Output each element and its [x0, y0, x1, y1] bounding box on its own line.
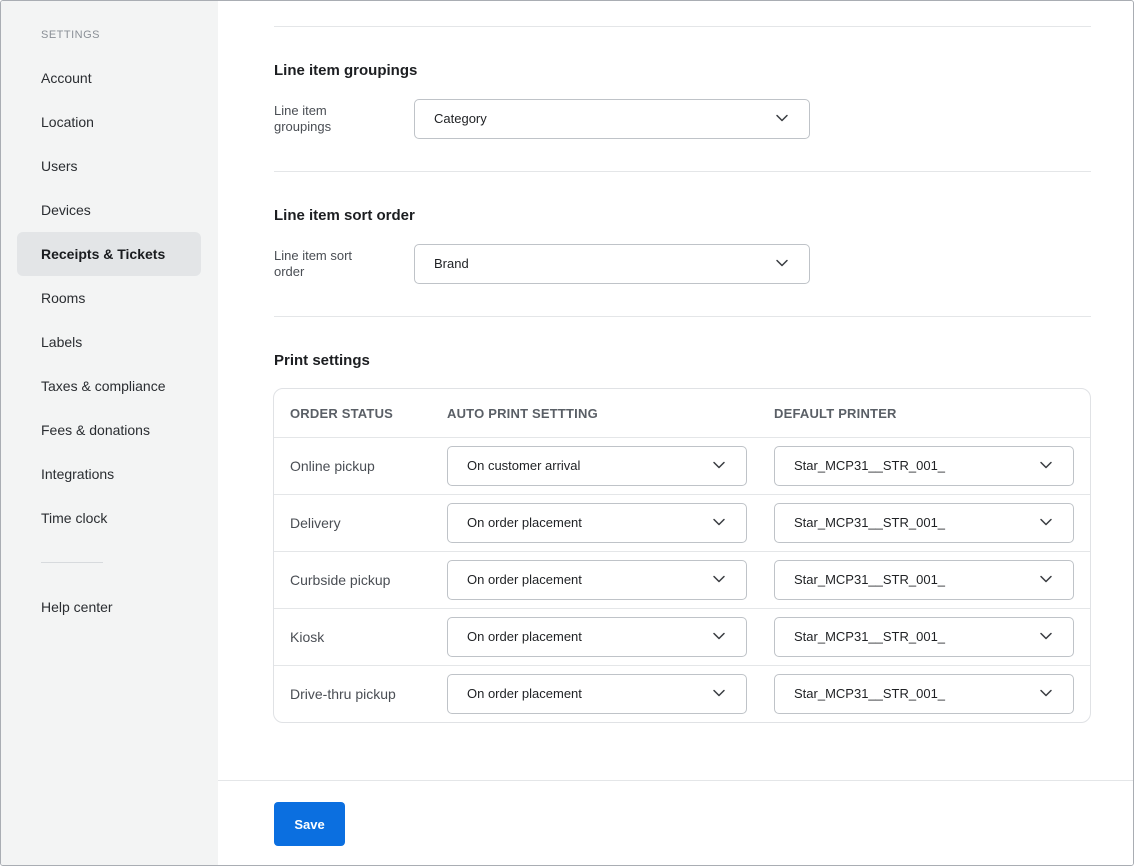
groupings-select-value: Category — [434, 111, 487, 126]
order-status-label: Delivery — [290, 515, 341, 531]
sidebar-item-account[interactable]: Account — [17, 56, 201, 100]
order-status-label: Drive-thru pickup — [290, 686, 396, 702]
auto-print-select[interactable]: On order placement — [447, 617, 747, 657]
column-header-default-printer: DEFAULT PRINTER — [774, 406, 897, 421]
sidebar-item-labels[interactable]: Labels — [17, 320, 201, 364]
settings-sidebar: SETTINGS Account Location Users Devices … — [1, 1, 218, 865]
table-row: Kiosk On order placement Star_MCP31__STR… — [274, 608, 1090, 665]
save-button[interactable]: Save — [274, 802, 345, 846]
order-status-label: Online pickup — [290, 458, 375, 474]
default-printer-value: Star_MCP31__STR_001_ — [794, 572, 946, 587]
chevron-down-icon — [713, 575, 725, 583]
order-status-label: Curbside pickup — [290, 572, 391, 588]
groupings-field-label: Line item groupings — [274, 103, 332, 134]
default-printer-select[interactable]: Star_MCP31__STR_001_ — [774, 674, 1074, 714]
sidebar-item-users[interactable]: Users — [17, 144, 201, 188]
chevron-down-icon — [713, 518, 725, 526]
sort-order-field-label: Line item sort order — [274, 248, 353, 279]
sidebar-item-rooms[interactable]: Rooms — [17, 276, 201, 320]
default-printer-select[interactable]: Star_MCP31__STR_001_ — [774, 560, 1074, 600]
section-title-sort-order: Line item sort order — [274, 207, 415, 224]
column-header-auto-print: AUTO PRINT SETTTING — [447, 406, 598, 421]
chevron-down-icon — [713, 632, 725, 640]
sidebar-item-time-clock[interactable]: Time clock — [17, 496, 201, 540]
default-printer-select[interactable]: Star_MCP31__STR_001_ — [774, 446, 1074, 486]
default-printer-value: Star_MCP31__STR_001_ — [794, 515, 946, 530]
chevron-down-icon — [1040, 518, 1052, 526]
chevron-down-icon — [776, 114, 788, 122]
footer-bar: Save — [218, 780, 1133, 865]
table-row: Delivery On order placement Star_MCP31__… — [274, 494, 1090, 551]
sidebar-heading: SETTINGS — [41, 29, 101, 41]
chevron-down-icon — [713, 689, 725, 697]
chevron-down-icon — [1040, 632, 1052, 640]
sidebar-item-receipts-tickets[interactable]: Receipts & Tickets — [17, 232, 201, 276]
sidebar-item-location[interactable]: Location — [17, 100, 201, 144]
chevron-down-icon — [1040, 461, 1052, 469]
default-printer-value: Star_MCP31__STR_001_ — [794, 458, 946, 473]
auto-print-select[interactable]: On order placement — [447, 674, 747, 714]
order-status-label: Kiosk — [290, 629, 325, 645]
section-title-print-settings: Print settings — [274, 352, 370, 369]
default-printer-select[interactable]: Star_MCP31__STR_001_ — [774, 617, 1074, 657]
sidebar-item-integrations[interactable]: Integrations — [17, 452, 201, 496]
section-divider — [274, 316, 1091, 317]
groupings-select[interactable]: Category — [414, 99, 810, 139]
sort-order-select-value: Brand — [434, 256, 469, 271]
sort-order-select[interactable]: Brand — [414, 244, 810, 284]
auto-print-value: On order placement — [467, 515, 582, 530]
section-divider — [274, 26, 1091, 27]
chevron-down-icon — [776, 259, 788, 267]
default-printer-select[interactable]: Star_MCP31__STR_001_ — [774, 503, 1074, 543]
chevron-down-icon — [1040, 575, 1052, 583]
print-settings-table: ORDER STATUS AUTO PRINT SETTTING DEFAULT… — [273, 388, 1091, 723]
auto-print-value: On customer arrival — [467, 458, 581, 473]
sidebar-item-fees-donations[interactable]: Fees & donations — [17, 408, 201, 452]
table-row: Curbside pickup On order placement Star_… — [274, 551, 1090, 608]
auto-print-value: On order placement — [467, 572, 582, 587]
settings-main: Line item groupings Line item groupings … — [218, 1, 1133, 865]
sidebar-divider — [41, 562, 103, 563]
sidebar-item-taxes-compliance[interactable]: Taxes & compliance — [17, 364, 201, 408]
section-divider — [274, 171, 1091, 172]
table-row: Online pickup On customer arrival Star_M… — [274, 437, 1090, 494]
app-window: SETTINGS Account Location Users Devices … — [0, 0, 1134, 866]
auto-print-select[interactable]: On customer arrival — [447, 446, 747, 486]
default-printer-value: Star_MCP31__STR_001_ — [794, 686, 946, 701]
auto-print-value: On order placement — [467, 629, 582, 644]
auto-print-select[interactable]: On order placement — [447, 503, 747, 543]
sidebar-item-devices[interactable]: Devices — [17, 188, 201, 232]
sidebar-item-help-center[interactable]: Help center — [17, 585, 201, 629]
auto-print-select[interactable]: On order placement — [447, 560, 747, 600]
default-printer-value: Star_MCP31__STR_001_ — [794, 629, 946, 644]
auto-print-value: On order placement — [467, 686, 582, 701]
column-header-order-status: ORDER STATUS — [290, 406, 394, 421]
chevron-down-icon — [1040, 689, 1052, 697]
sidebar-nav-list: Account Location Users Devices Receipts … — [17, 56, 201, 540]
table-row: Drive-thru pickup On order placement Sta… — [274, 665, 1090, 722]
section-title-groupings: Line item groupings — [274, 62, 418, 79]
chevron-down-icon — [713, 461, 725, 469]
